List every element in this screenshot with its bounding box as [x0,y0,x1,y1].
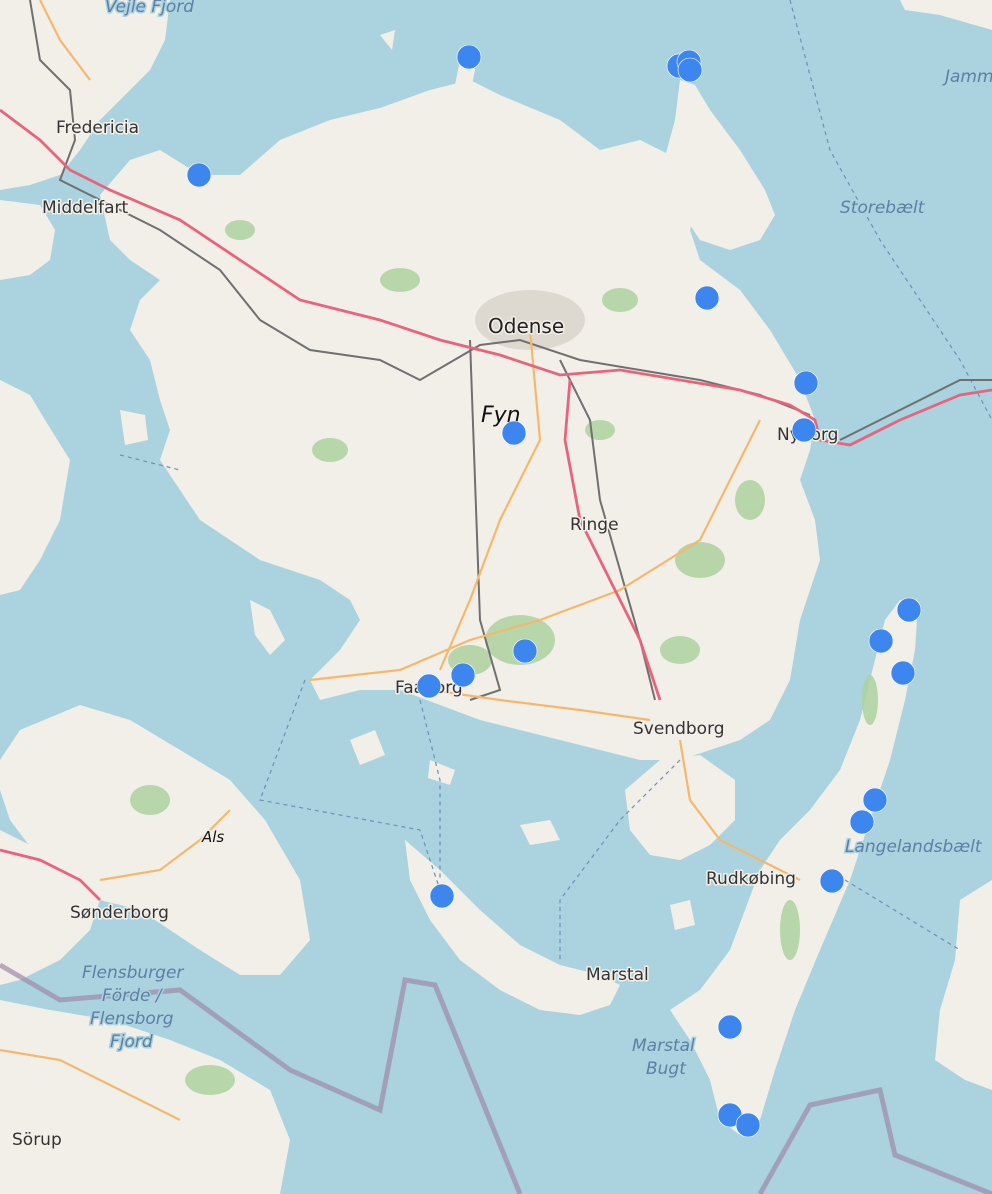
label-rudkobing: Rudkøbing [706,869,796,889]
map-marker[interactable] [890,660,916,686]
label-sorup: Sörup [12,1130,62,1150]
map-canvas[interactable]: Vejle Fjord Fredericia Middelfart Odense… [0,0,992,1194]
label-middelfart: Middelfart [42,198,129,218]
map-marker[interactable] [896,597,922,623]
label-ringe: Ringe [570,515,619,535]
label-flensburg-1: Flensburger [82,963,184,983]
map-marker[interactable] [501,420,527,446]
label-jammerland: Jammerl [942,67,992,87]
map-marker[interactable] [819,868,845,894]
map-marker[interactable] [735,1112,761,1138]
map-marker[interactable] [186,162,212,188]
map-marker[interactable] [694,285,720,311]
label-sonderborg: Sønderborg [70,903,169,923]
map-marker[interactable] [456,44,482,70]
label-langelandsbaelt: Langelandsbælt [845,837,983,857]
label-flensburg-2: Förde / [102,986,164,1006]
map-marker[interactable] [512,638,538,664]
label-marstal-bugt-2: Bugt [646,1059,687,1079]
map-marker[interactable] [791,417,817,443]
label-marstal: Marstal [586,965,649,985]
map-marker[interactable] [450,662,476,688]
label-flensburg-4: Fjord [110,1032,153,1052]
map-marker[interactable] [793,370,819,396]
map-marker[interactable] [677,57,703,83]
label-svendborg: Svendborg [633,719,725,739]
label-fredericia: Fredericia [56,118,139,138]
map-marker[interactable] [429,883,455,909]
label-marstal-bugt-1: Marstal [632,1036,695,1056]
map-marker[interactable] [862,787,888,813]
label-flensburg-3: Flensborg [90,1009,174,1029]
map-marker[interactable] [717,1014,743,1040]
map-marker[interactable] [868,628,894,654]
label-als: Als [201,828,224,846]
label-storebaelt: Storebælt [840,198,926,218]
map-marker[interactable] [849,809,875,835]
label-vejle-fjord: Vejle Fjord [105,0,194,17]
label-odense: Odense [488,314,564,338]
map-marker[interactable] [416,673,442,699]
